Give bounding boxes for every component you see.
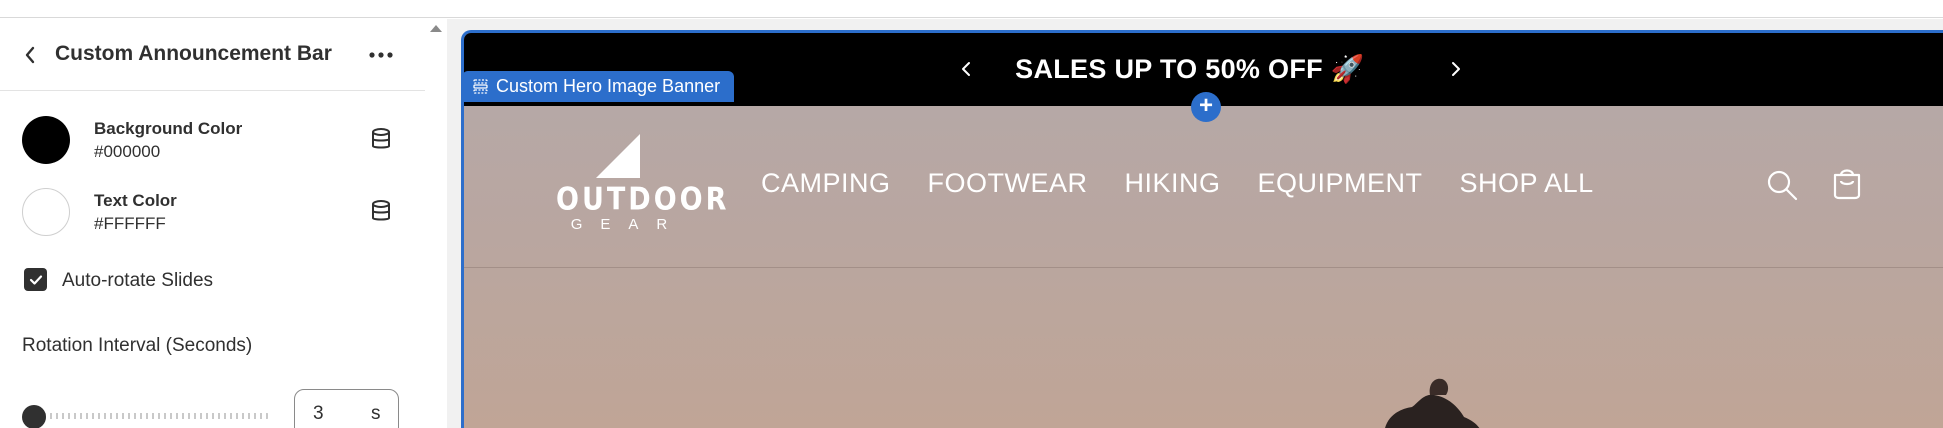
top-bar [0, 0, 1943, 18]
section-tag-label: Custom Hero Image Banner [496, 76, 721, 96]
chevron-right-icon [1452, 62, 1460, 76]
announcement-text: SALES UP TO 50% OFF [1015, 54, 1323, 84]
back-button[interactable] [18, 43, 42, 67]
header-divider [464, 267, 1943, 268]
chevron-left-icon [25, 46, 35, 64]
search-button[interactable] [1764, 167, 1800, 203]
text-color-value: #FFFFFF [94, 214, 166, 233]
nav-item-camping[interactable]: CAMPING [761, 168, 891, 199]
background-color-source-button[interactable] [368, 126, 394, 152]
panel-scrollbar[interactable] [425, 19, 447, 428]
panel-header: Custom Announcement Bar [0, 19, 425, 91]
announcement-next-button[interactable] [1444, 55, 1468, 83]
background-color-label: Background Color [94, 119, 243, 138]
section-tag[interactable]: Custom Hero Image Banner [462, 71, 735, 102]
settings-panel: Custom Announcement Bar Background Color… [0, 19, 425, 428]
plus-icon: + [1198, 92, 1213, 119]
add-section-button[interactable]: + [1191, 92, 1221, 122]
logo-subword: GEAR [570, 216, 686, 233]
background-color-value: #000000 [94, 142, 161, 161]
hero-figure-image [1385, 378, 1480, 428]
ellipsis-icon [369, 52, 393, 58]
background-color-setting: Background Color #000000 [0, 110, 425, 172]
auto-rotate-checkbox[interactable] [24, 268, 47, 291]
auto-rotate-setting: Auto-rotate Slides [0, 264, 425, 294]
store-logo[interactable]: OUTDOOR GEAR [556, 132, 730, 233]
cart-button[interactable] [1829, 165, 1865, 201]
database-icon [372, 200, 390, 221]
background-color-swatch[interactable] [22, 116, 70, 164]
text-color-label: Text Color [94, 191, 177, 210]
more-actions-button[interactable] [366, 43, 396, 67]
nav-item-hiking[interactable]: HIKING [1125, 168, 1221, 199]
nav-item-equipment[interactable]: EQUIPMENT [1258, 168, 1423, 199]
logo-mountain-icon [596, 134, 640, 178]
nav-item-shop-all[interactable]: SHOP ALL [1460, 168, 1594, 199]
rotation-interval-field: s [294, 389, 399, 428]
section-layout-icon [473, 79, 488, 94]
main-navigation: CAMPING FOOTWEAR HIKING EQUIPMENT SHOP A… [761, 168, 1594, 199]
rotation-interval-slider[interactable] [26, 413, 270, 419]
auto-rotate-label: Auto-rotate Slides [62, 270, 214, 291]
rotation-interval-unit: s [371, 403, 381, 424]
text-color-setting: Text Color #FFFFFF [0, 182, 425, 244]
text-color-source-button[interactable] [368, 198, 394, 224]
app-root: Custom Announcement Bar Background Color… [0, 0, 1943, 428]
checkmark-icon [29, 274, 42, 285]
rotation-interval-input[interactable] [313, 402, 353, 426]
rotation-interval-label: Rotation Interval (Seconds) [22, 335, 253, 356]
database-icon [372, 128, 390, 149]
cart-icon [1833, 169, 1861, 200]
rocket-icon: 🚀 [1330, 54, 1365, 84]
nav-item-footwear[interactable]: FOOTWEAR [928, 168, 1088, 199]
logo-word: OUTDOOR [556, 181, 730, 218]
slider-thumb[interactable] [22, 405, 46, 428]
panel-title: Custom Announcement Bar [55, 42, 332, 65]
scroll-up-arrow-icon[interactable] [430, 25, 442, 32]
text-color-swatch[interactable] [22, 188, 70, 236]
search-icon [1767, 170, 1798, 201]
